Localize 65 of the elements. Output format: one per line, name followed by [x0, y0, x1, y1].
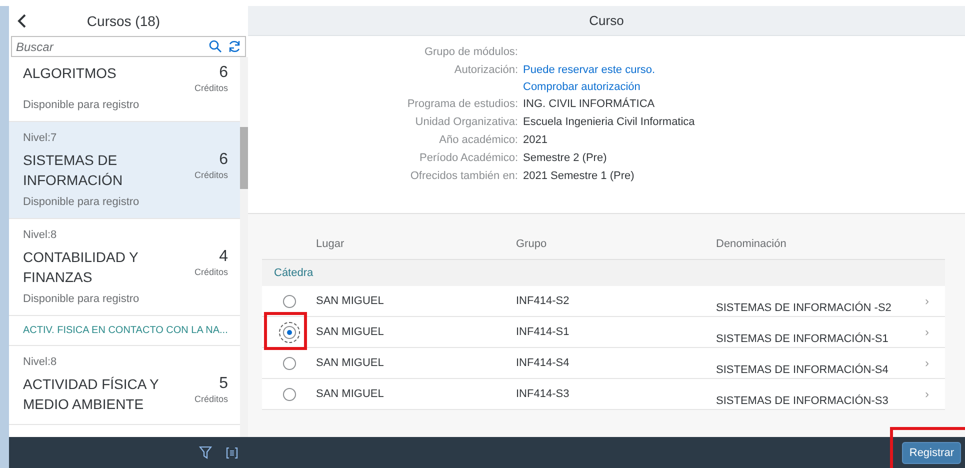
group-row: Cátedra	[262, 260, 945, 286]
column-header: Lugar	[316, 238, 346, 250]
field-label: Año académico:	[438, 134, 518, 147]
status-text: Disponible para registro	[23, 293, 140, 305]
field-value: 2021	[523, 134, 548, 146]
course-title: ALGORITMOS	[23, 64, 118, 83]
table-cell-text: INF414-S2	[516, 294, 570, 309]
refresh-icon[interactable]	[228, 40, 241, 53]
list-icon[interactable]	[226, 446, 238, 458]
field-label: Unidad Organizativa:	[414, 116, 518, 129]
table-row[interactable]: SAN MIGUEL INF414-S4 SISTEMAS DE INFORMACIÓN-S4 ›	[262, 348, 945, 379]
course-title: ACTIVIDAD FÍSICA Y MEDIO AMBIENTE	[23, 375, 160, 414]
credits-label: Créditos	[194, 83, 228, 93]
radio-button[interactable]	[282, 388, 296, 400]
credits-label: Créditos	[194, 170, 228, 180]
table-cell-text: SISTEMAS DE INFORMACIÓN-S3	[716, 394, 890, 409]
course-title: SISTEMAS DE INFORMACIÓN	[23, 151, 124, 190]
radio-button[interactable]	[282, 356, 296, 370]
credits-value: 4	[219, 247, 228, 267]
list-title: Cursos (18)	[86, 13, 162, 29]
field-label: Autorización:	[453, 64, 518, 78]
field-label: Período Académico:	[418, 152, 518, 165]
back-icon[interactable]	[17, 14, 27, 28]
radio-button[interactable]	[282, 294, 296, 308]
course-list-item[interactable]: Nivel:7 SISTEMAS DE INFORMACIÓN 6 Créditos Disponible para registro	[9, 122, 240, 219]
table-cell-text: SAN MIGUEL	[316, 356, 385, 371]
field-value: Escuela Ingenieria Civil Informatica	[523, 116, 696, 128]
level-label: Nivel:7	[23, 132, 58, 144]
table-cell-text: SAN MIGUEL	[316, 325, 385, 340]
credits-value: 6	[219, 150, 228, 170]
field-value: 2021 Semestre 1 (Pre)	[523, 170, 636, 182]
credits-label: Créditos	[194, 267, 228, 277]
credits-label: Créditos	[194, 394, 228, 404]
table-cell-text: SAN MIGUEL	[316, 294, 385, 309]
credits-value: 5	[219, 374, 228, 394]
field-label: Ofrecidos también en:	[409, 170, 518, 183]
scrollbar[interactable]	[240, 57, 248, 437]
course-title: CONTABILIDAD Y FINANZAS	[23, 248, 140, 287]
column-header: Denominación	[716, 238, 788, 250]
table-cell-text: INF414-S3	[516, 387, 570, 402]
detail-header: Curso	[248, 6, 965, 36]
link[interactable]: Comprobar autorización	[523, 81, 965, 93]
search-icon[interactable]	[209, 40, 222, 53]
level-label: Nivel:8	[23, 356, 58, 368]
field-label: Programa de estudios:	[406, 98, 518, 111]
register-button[interactable]: Registrar	[902, 442, 961, 464]
table-cell-text: INF414-S4	[516, 356, 570, 371]
filter-icon[interactable]	[199, 446, 212, 459]
field-label: Grupo de módulos:	[423, 46, 518, 59]
field-value: Semestre 2 (Pre)	[523, 152, 608, 164]
table-cell-text: SISTEMAS DE INFORMACIÓN-S1	[716, 332, 890, 347]
search-field[interactable]: Buscar	[11, 36, 246, 57]
table-row[interactable]: SAN MIGUEL INF414-S3 SISTEMAS DE INFORMACIÓN-S3 ›	[262, 379, 945, 410]
table-cell-text: SISTEMAS DE INFORMACIÓN -S2	[716, 300, 892, 316]
table-row[interactable]: SAN MIGUEL INF414-S2 SISTEMAS DE INFORMACIÓN -S2 ›	[262, 286, 945, 317]
link[interactable]: Puede reservar este curso.	[523, 64, 965, 76]
level-label: Nivel:8	[23, 229, 58, 241]
status-text: Disponible para registro	[23, 99, 140, 111]
table-cell-text: SAN MIGUEL	[316, 387, 385, 402]
table-cell-text: INF414-S1	[516, 325, 570, 340]
status-text: Disponible para registro	[23, 196, 140, 208]
column-header: Grupo	[516, 238, 548, 250]
table-cell-text: SISTEMAS DE INFORMACIÓN-S4	[716, 362, 890, 378]
credits-value: 6	[219, 63, 228, 83]
field-value: ING. CIVIL INFORMÁTICA	[523, 98, 656, 110]
